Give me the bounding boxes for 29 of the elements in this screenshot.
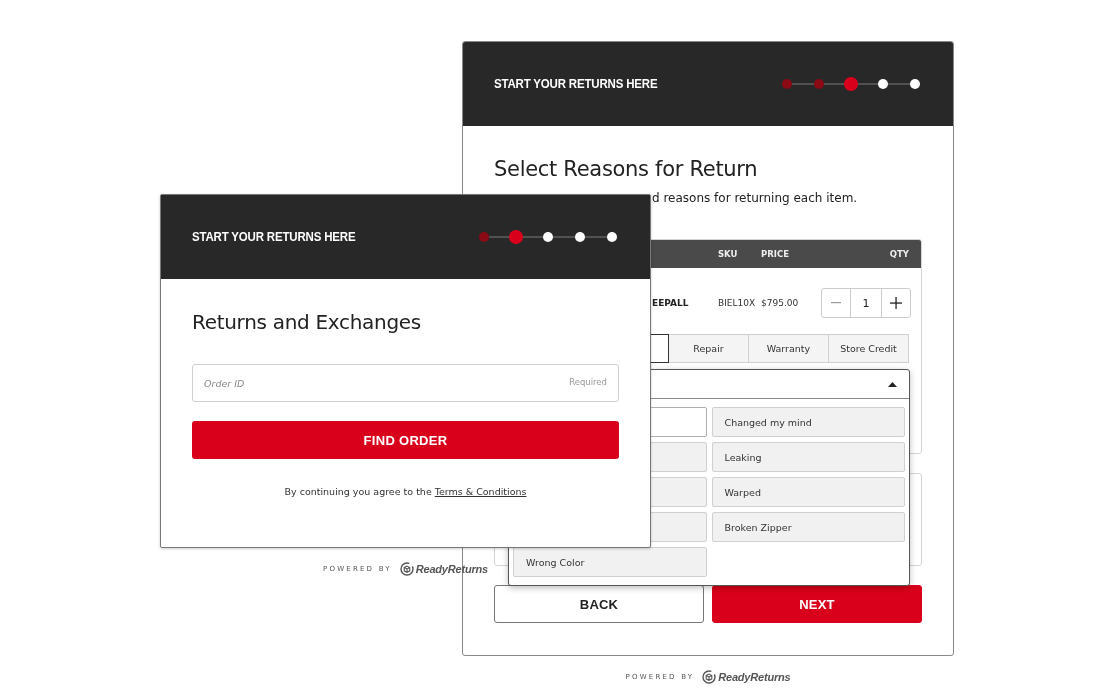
return-type-tab[interactable]: Warranty bbox=[748, 334, 829, 363]
quantity-value[interactable]: 1 bbox=[850, 289, 882, 317]
product-name: EEPALL bbox=[651, 298, 690, 308]
header-title: START YOUR RETURNS HERE bbox=[192, 230, 356, 244]
page-title: Select Reasons for Return bbox=[494, 156, 759, 182]
brand-name: ReadyReturns bbox=[718, 671, 791, 683]
back-button[interactable]: BACK bbox=[494, 585, 704, 623]
column-header: SKU bbox=[718, 249, 739, 259]
circle-box-logo-icon bbox=[399, 562, 414, 576]
plus-icon[interactable] bbox=[890, 297, 902, 309]
reason-option[interactable]: Wrong Color bbox=[513, 547, 707, 577]
instructions-text: d reasons for returning each item. bbox=[652, 190, 859, 207]
return-type-tab[interactable]: Repair bbox=[668, 334, 749, 363]
reason-option[interactable]: Leaking bbox=[711, 442, 905, 472]
reason-option[interactable]: Changed my mind bbox=[711, 407, 905, 437]
caret-up-icon bbox=[888, 381, 897, 387]
reason-option[interactable]: Broken Zipper bbox=[711, 512, 905, 542]
reason-option[interactable]: Warped bbox=[711, 477, 905, 507]
page-title: Returns and Exchanges bbox=[192, 310, 422, 334]
next-button[interactable]: NEXT bbox=[712, 585, 922, 623]
find-order-button[interactable]: FIND ORDER bbox=[192, 421, 619, 459]
sku-cell-text: BIEL10X bbox=[718, 298, 757, 308]
column-header: PRICE bbox=[761, 249, 790, 259]
price-cell-text: $795.00 bbox=[761, 298, 800, 308]
circle-box-logo-icon bbox=[702, 670, 717, 684]
return-type-tab[interactable]: Store Credit bbox=[828, 334, 909, 363]
column-header: QTY bbox=[889, 249, 909, 259]
header-title: START YOUR RETURNS HERE bbox=[494, 77, 658, 91]
required-hint: Required bbox=[569, 377, 607, 387]
